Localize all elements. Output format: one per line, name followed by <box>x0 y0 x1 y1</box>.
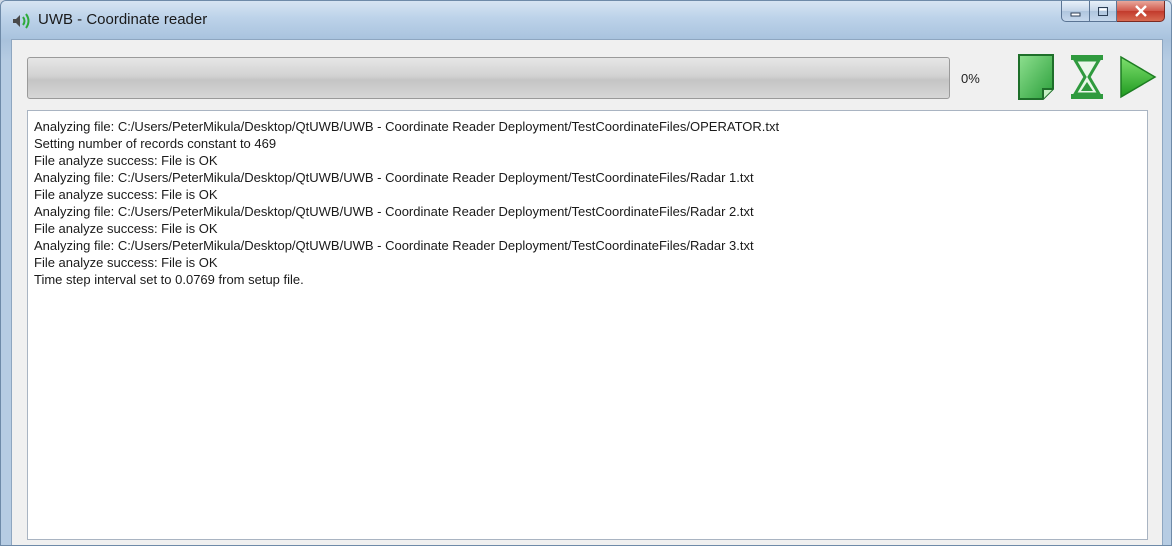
log-line: File analyze success: File is OK <box>34 255 218 270</box>
window-title: UWB - Coordinate reader <box>38 11 208 28</box>
play-button[interactable] <box>1115 49 1159 105</box>
log-line: Analyzing file: C:/Users/PeterMikula/Des… <box>34 204 754 219</box>
log-line: Analyzing file: C:/Users/PeterMikula/Des… <box>34 119 780 134</box>
log-line: Time step interval set to 0.0769 from se… <box>34 272 304 287</box>
window-controls <box>1061 1 1165 23</box>
play-icon <box>1115 55 1159 109</box>
log-line: Analyzing file: C:/Users/PeterMikula/Des… <box>34 170 754 185</box>
log-output[interactable]: Analyzing file: C:/Users/PeterMikula/Des… <box>27 110 1148 540</box>
hourglass-icon <box>1065 55 1109 109</box>
open-file-button[interactable] <box>1015 49 1059 105</box>
minimize-button[interactable] <box>1061 1 1090 22</box>
maximize-button[interactable] <box>1090 1 1117 22</box>
log-line: File analyze success: File is OK <box>34 187 218 202</box>
progress-bar <box>27 57 950 99</box>
progress-percent-label: 0% <box>961 71 980 86</box>
minimize-icon <box>1070 2 1082 21</box>
app-window: UWB - Coordinate reader 0% Analyzing fil… <box>0 0 1172 546</box>
log-line: File analyze success: File is OK <box>34 153 218 168</box>
log-line: Setting number of records constant to 46… <box>34 136 277 151</box>
log-line: File analyze success: File is OK <box>34 221 218 236</box>
wait-button[interactable] <box>1065 49 1109 105</box>
log-line: Analyzing file: C:/Users/PeterMikula/Des… <box>34 238 754 253</box>
title-bar[interactable]: UWB - Coordinate reader <box>1 1 1171 39</box>
speaker-icon <box>10 11 32 31</box>
client-area: 0% Analyzing file: C:/Users/PeterMikula/… <box>11 39 1163 545</box>
close-icon <box>1134 2 1148 21</box>
close-button[interactable] <box>1117 1 1165 22</box>
maximize-icon <box>1097 2 1109 21</box>
document-icon <box>1015 54 1059 109</box>
